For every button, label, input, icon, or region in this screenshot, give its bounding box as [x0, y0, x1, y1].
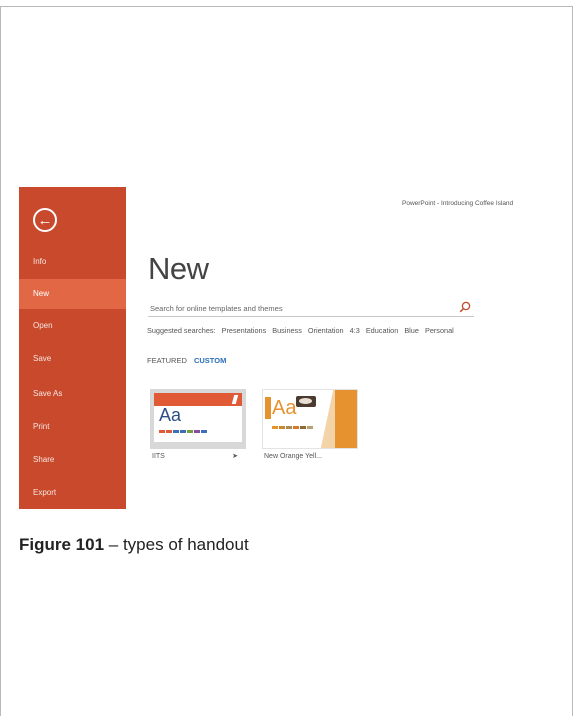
nav-item-export[interactable]: Export	[19, 478, 126, 508]
figure-caption-text: – types of handout	[108, 535, 249, 554]
suggested-search-link[interactable]: Personal	[425, 326, 454, 335]
suggested-search-link[interactable]: Presentations	[222, 326, 267, 335]
window-title: PowerPoint - Introducing Coffee Island	[402, 200, 514, 207]
figure-caption: Figure 101 – types of handout	[19, 535, 249, 555]
figure-number: Figure 101	[19, 535, 105, 554]
nav-item-open[interactable]: Open	[19, 311, 126, 341]
template-name: IITS	[152, 453, 165, 460]
template-card-iits[interactable]: Aa IITS ➤	[150, 389, 246, 465]
tab-featured[interactable]: FEATURED	[147, 356, 187, 365]
template-tabs: FEATURED CUSTOM	[147, 356, 226, 365]
search-input[interactable]: Search for online templates and themes	[148, 300, 474, 317]
template-thumbnail: Aa	[262, 389, 358, 449]
search-icon[interactable]	[458, 300, 472, 314]
pin-icon[interactable]: ➤	[232, 452, 238, 460]
template-name: New Orange Yell...	[264, 453, 322, 460]
nav-item-save[interactable]: Save	[19, 344, 126, 374]
suggested-search-link[interactable]: 4:3	[350, 326, 360, 335]
suggested-search-link[interactable]: Blue	[404, 326, 419, 335]
suggested-searches-label: Suggested searches:	[147, 326, 216, 335]
suggested-searches: Suggested searches: Presentations Busine…	[147, 326, 458, 335]
nav-item-print[interactable]: Print	[19, 412, 126, 442]
back-arrow-icon[interactable]: ←	[33, 208, 57, 232]
nav-item-save-as[interactable]: Save As	[19, 379, 126, 409]
thumbnail-sample-text: Aa	[159, 405, 182, 425]
nav-item-share[interactable]: Share	[19, 445, 126, 475]
page-title: New	[148, 251, 209, 286]
backstage-sidebar: ← Info New Open Save Save As Print Share…	[19, 187, 126, 509]
suggested-search-link[interactable]: Education	[366, 326, 398, 335]
thumbnail-sample-text: Aa	[272, 397, 297, 419]
template-card-new-orange-yellow[interactable]: Aa New Orange Yell...	[262, 389, 358, 465]
search-placeholder: Search for online templates and themes	[150, 304, 283, 313]
tab-custom[interactable]: CUSTOM	[194, 356, 226, 365]
nav-item-info[interactable]: Info	[19, 247, 126, 277]
suggested-search-link[interactable]: Orientation	[308, 326, 344, 335]
nav-item-new[interactable]: New	[19, 279, 126, 309]
template-thumbnail: Aa	[150, 389, 246, 449]
suggested-search-link[interactable]: Business	[272, 326, 302, 335]
powerpoint-backstage-screenshot: ← Info New Open Save Save As Print Share…	[19, 187, 561, 509]
